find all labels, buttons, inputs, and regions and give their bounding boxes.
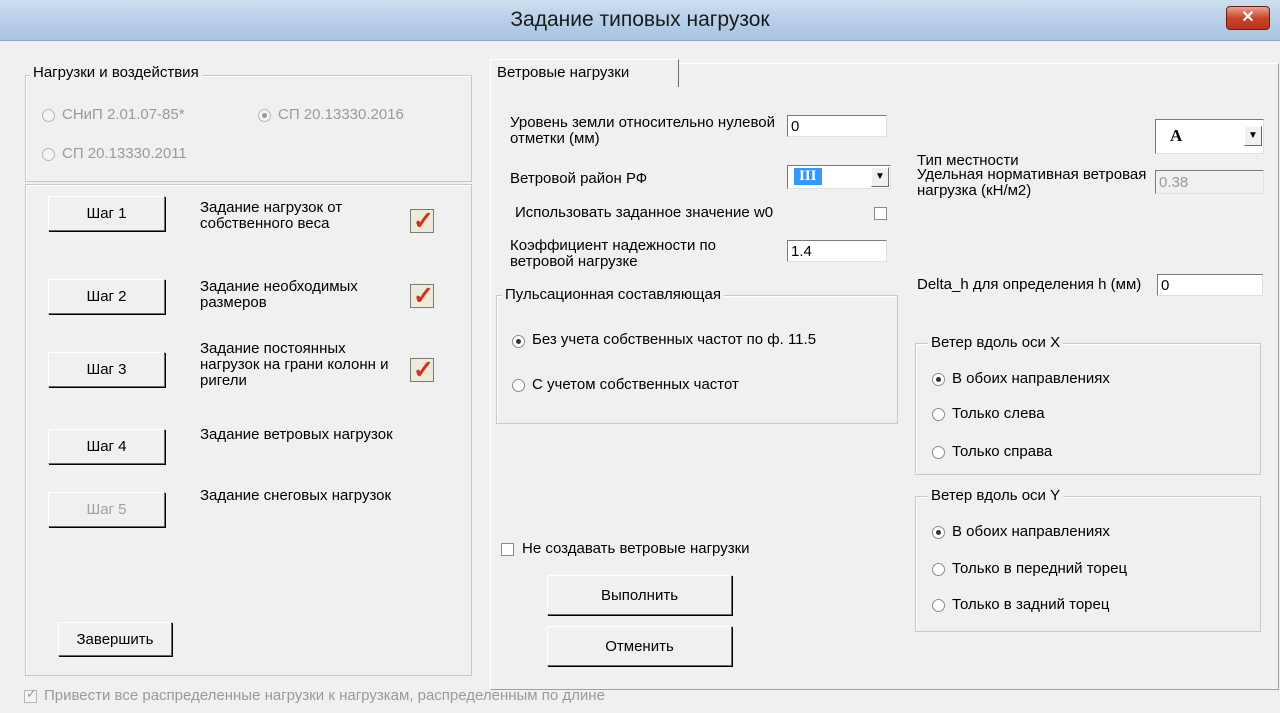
step-3-checkbox[interactable] bbox=[410, 355, 434, 385]
run-button[interactable]: Выполнить bbox=[547, 575, 732, 615]
pulsation-group-title: Пульсационная составляющая bbox=[502, 286, 724, 303]
radio-y-front-icon[interactable] bbox=[932, 563, 945, 576]
step-1-checkbox[interactable] bbox=[410, 206, 434, 236]
radio-with-frequencies-icon[interactable] bbox=[512, 379, 525, 392]
step-2-desc: Задание необходимых размеров bbox=[200, 278, 358, 311]
reliability-input[interactable] bbox=[787, 240, 887, 262]
close-icon[interactable]: ✕ bbox=[1226, 6, 1270, 30]
radio-x-both-icon[interactable] bbox=[932, 373, 945, 386]
title-bar: Задание типовых нагрузок ✕ bbox=[0, 0, 1280, 41]
loads-group-title: Нагрузки и воздействия bbox=[30, 64, 202, 81]
wind-region-select[interactable]: III ▼ bbox=[787, 165, 891, 189]
chevron-down-icon[interactable]: ▼ bbox=[871, 167, 889, 187]
step-5-button[interactable]: Шаг 5 bbox=[48, 492, 165, 527]
step-4-button[interactable]: Шаг 4 bbox=[48, 429, 165, 464]
radio-x-left-icon[interactable] bbox=[932, 408, 945, 421]
radio-no-frequencies-label: Без учета собственных частот по ф. 11.5 bbox=[532, 331, 817, 348]
reliability-label: Коэффициент надежности по ветровой нагру… bbox=[510, 237, 717, 270]
radio-sp2011-icon[interactable] bbox=[42, 148, 55, 161]
checkmark-icon: ✓ bbox=[26, 686, 37, 701]
radio-x-both-label: В обоих направлениях bbox=[952, 370, 1110, 387]
radio-x-right-icon[interactable] bbox=[932, 446, 945, 459]
radio-sp2016-label: СП 20.13330.2016 bbox=[278, 106, 404, 123]
radio-sp2016-icon[interactable] bbox=[258, 109, 271, 122]
radio-y-back-label: Только в задний торец bbox=[952, 596, 1110, 613]
step-2-checkbox[interactable] bbox=[410, 281, 434, 311]
radio-x-right-label: Только справа bbox=[952, 443, 1053, 460]
radio-no-frequencies-icon[interactable] bbox=[512, 335, 525, 348]
wind-region-value: III bbox=[794, 168, 822, 185]
norm-load-label: Удельная нормативная ветровая нагрузка (… bbox=[917, 166, 1147, 199]
ground-level-label: Уровень земли относительно нулевой отмет… bbox=[510, 114, 775, 147]
terrain-select[interactable]: А ▼ bbox=[1155, 119, 1264, 154]
step-1-desc: Задание нагрузок от собственного веса bbox=[200, 199, 343, 232]
radio-sp2011-label: СП 20.13330.2011 bbox=[62, 145, 187, 162]
step-1-button[interactable]: Шаг 1 bbox=[48, 196, 165, 231]
chevron-down-icon[interactable]: ▼ bbox=[1244, 126, 1262, 146]
tab-wind-loads[interactable]: Ветровые нагрузки bbox=[490, 59, 679, 87]
step-3-desc: Задание постоянных нагрузок на грани кол… bbox=[200, 340, 389, 389]
radio-with-frequencies-label: С учетом собственных частот bbox=[532, 376, 739, 393]
radio-y-front-label: Только в передний торец bbox=[952, 560, 1128, 577]
step-3-button[interactable]: Шаг 3 bbox=[48, 352, 165, 387]
wind-x-group-title: Ветер вдоль оси X bbox=[928, 334, 1064, 351]
window-title: Задание типовых нагрузок bbox=[510, 8, 770, 31]
pulsation-group bbox=[496, 295, 898, 424]
use-w0-label: Использовать заданное значение w0 bbox=[515, 204, 774, 221]
radio-snip-label: СНиП 2.01.07-85* bbox=[62, 106, 185, 123]
radio-y-back-icon[interactable] bbox=[932, 599, 945, 612]
wind-y-group-title: Ветер вдоль оси Y bbox=[928, 487, 1064, 504]
terrain-value: А bbox=[1170, 126, 1183, 145]
norm-load-input[interactable] bbox=[1155, 170, 1264, 194]
cancel-button[interactable]: Отменить bbox=[547, 626, 732, 666]
no-create-label: Не создавать ветровые нагрузки bbox=[522, 540, 750, 557]
dialog-client: Нагрузки и воздействия СНиП 2.01.07-85* … bbox=[0, 41, 1280, 713]
radio-y-both-icon[interactable] bbox=[932, 526, 945, 539]
use-w0-checkbox[interactable] bbox=[874, 207, 887, 220]
finish-button[interactable]: Завершить bbox=[58, 622, 172, 656]
step-2-button[interactable]: Шаг 2 bbox=[48, 279, 165, 314]
normalize-loads-label: Привести все распределенные нагрузки к н… bbox=[44, 687, 605, 704]
radio-x-left-label: Только слева bbox=[952, 405, 1045, 422]
step-5-desc: Задание снеговых нагрузок bbox=[200, 487, 392, 504]
loads-group bbox=[25, 75, 472, 182]
ground-level-input[interactable] bbox=[787, 115, 887, 137]
radio-y-both-label: В обоих направлениях bbox=[952, 523, 1110, 540]
step-4-desc: Задание ветровых нагрузок bbox=[200, 426, 393, 443]
delta-h-input[interactable] bbox=[1157, 274, 1263, 296]
delta-h-label: Delta_h для определения h (мм) bbox=[917, 276, 1142, 293]
radio-snip-icon[interactable] bbox=[42, 109, 55, 122]
wind-region-label: Ветровой район РФ bbox=[510, 170, 648, 187]
no-create-checkbox[interactable] bbox=[501, 543, 514, 556]
dialog-window: Задание типовых нагрузок ✕ Нагрузки и во… bbox=[0, 0, 1280, 713]
